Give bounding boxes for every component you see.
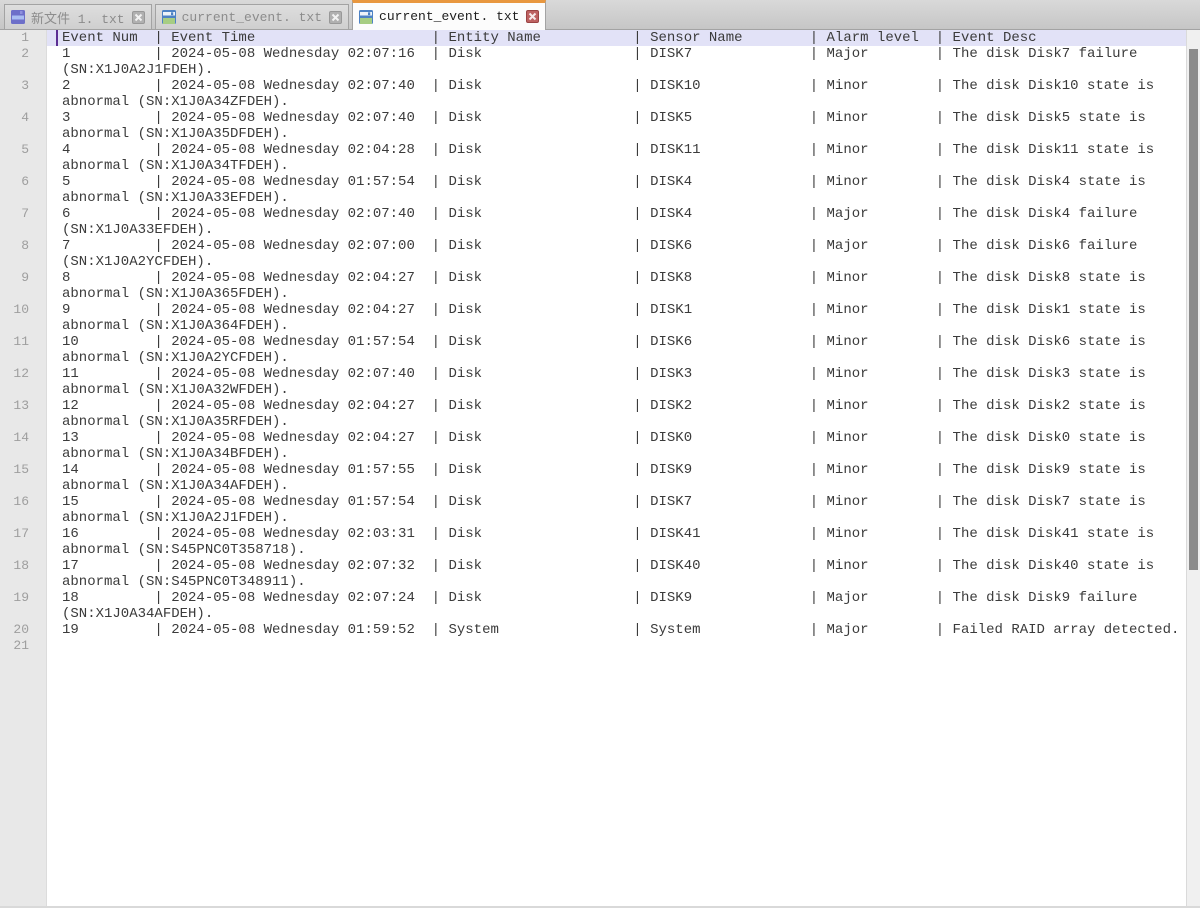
line-text[interactable]: 18 | 2024-05-08 Wednesday 02:07:24 | Dis… xyxy=(47,590,1186,622)
line-number: 12 xyxy=(0,366,47,398)
editor-line: 1211 | 2024-05-08 Wednesday 02:07:40 | D… xyxy=(0,366,1186,398)
editor-line: 32 | 2024-05-08 Wednesday 02:07:40 | Dis… xyxy=(0,78,1186,110)
tab-new-file-1[interactable]: 新文件 1. txt xyxy=(4,4,152,29)
close-icon[interactable] xyxy=(132,11,145,24)
editor-line: 87 | 2024-05-08 Wednesday 02:07:00 | Dis… xyxy=(0,238,1186,270)
vertical-scrollbar[interactable] xyxy=(1186,30,1200,906)
line-number: 16 xyxy=(0,494,47,526)
line-text[interactable]: 9 | 2024-05-08 Wednesday 02:04:27 | Disk… xyxy=(47,302,1186,334)
editor-line: 21 xyxy=(0,638,1186,654)
line-text[interactable]: 6 | 2024-05-08 Wednesday 02:07:40 | Disk… xyxy=(47,206,1186,238)
line-number: 20 xyxy=(0,622,47,638)
line-number: 10 xyxy=(0,302,47,334)
editor-line: 1312 | 2024-05-08 Wednesday 02:04:27 | D… xyxy=(0,398,1186,430)
editor-line: 2019 | 2024-05-08 Wednesday 01:59:52 | S… xyxy=(0,622,1186,638)
line-number: 5 xyxy=(0,142,47,174)
line-text[interactable]: 10 | 2024-05-08 Wednesday 01:57:54 | Dis… xyxy=(47,334,1186,366)
editor-line: 1413 | 2024-05-08 Wednesday 02:04:27 | D… xyxy=(0,430,1186,462)
line-text[interactable]: 7 | 2024-05-08 Wednesday 02:07:00 | Disk… xyxy=(47,238,1186,270)
editor-line: 43 | 2024-05-08 Wednesday 02:07:40 | Dis… xyxy=(0,110,1186,142)
line-number: 2 xyxy=(0,46,47,78)
text-caret xyxy=(56,30,58,46)
tab-label: current_event. txt xyxy=(182,10,322,25)
line-number: 6 xyxy=(0,174,47,206)
editor-line: 65 | 2024-05-08 Wednesday 01:57:54 | Dis… xyxy=(0,174,1186,206)
tab-label: 新文件 1. txt xyxy=(31,8,125,27)
close-icon[interactable] xyxy=(526,10,539,23)
line-text[interactable]: 17 | 2024-05-08 Wednesday 02:07:32 | Dis… xyxy=(47,558,1186,590)
line-text[interactable]: 8 | 2024-05-08 Wednesday 02:04:27 | Disk… xyxy=(47,270,1186,302)
line-number: 8 xyxy=(0,238,47,270)
editor-line: 109 | 2024-05-08 Wednesday 02:04:27 | Di… xyxy=(0,302,1186,334)
editor-line: 1716 | 2024-05-08 Wednesday 02:03:31 | D… xyxy=(0,526,1186,558)
floppy-disk-icon xyxy=(10,9,26,25)
line-text[interactable]: 19 | 2024-05-08 Wednesday 01:59:52 | Sys… xyxy=(47,622,1186,638)
line-number: 17 xyxy=(0,526,47,558)
editor-line-current: 1Event Num | Event Time | Entity Name | … xyxy=(0,30,1186,46)
tab-label: current_event. txt xyxy=(379,9,519,24)
line-text[interactable]: Event Num | Event Time | Entity Name | S… xyxy=(47,30,1186,46)
line-number: 9 xyxy=(0,270,47,302)
editor-line: 1817 | 2024-05-08 Wednesday 02:07:32 | D… xyxy=(0,558,1186,590)
editor-line: 1615 | 2024-05-08 Wednesday 01:57:54 | D… xyxy=(0,494,1186,526)
line-text[interactable]: 13 | 2024-05-08 Wednesday 02:04:27 | Dis… xyxy=(47,430,1186,462)
line-number: 21 xyxy=(0,638,47,654)
tab-current-event-2-active[interactable]: current_event. txt xyxy=(352,0,546,30)
tab-bar: 新文件 1. txt current_event. txt xyxy=(0,0,1200,30)
line-text[interactable]: 11 | 2024-05-08 Wednesday 02:07:40 | Dis… xyxy=(47,366,1186,398)
line-text[interactable]: 2 | 2024-05-08 Wednesday 02:07:40 | Disk… xyxy=(47,78,1186,110)
editor-line: 98 | 2024-05-08 Wednesday 02:04:27 | Dis… xyxy=(0,270,1186,302)
floppy-disk-icon xyxy=(358,9,374,25)
scrollbar-thumb[interactable] xyxy=(1189,49,1198,570)
line-text[interactable]: 1 | 2024-05-08 Wednesday 02:07:16 | Disk… xyxy=(47,46,1186,78)
floppy-disk-icon xyxy=(161,9,177,25)
line-number: 3 xyxy=(0,78,47,110)
line-text[interactable] xyxy=(47,638,1186,654)
line-number: 15 xyxy=(0,462,47,494)
line-number: 1 xyxy=(0,30,47,46)
line-number: 4 xyxy=(0,110,47,142)
line-text[interactable]: 12 | 2024-05-08 Wednesday 02:04:27 | Dis… xyxy=(47,398,1186,430)
line-number: 13 xyxy=(0,398,47,430)
line-number: 7 xyxy=(0,206,47,238)
line-text[interactable]: 5 | 2024-05-08 Wednesday 01:57:54 | Disk… xyxy=(47,174,1186,206)
line-number: 18 xyxy=(0,558,47,590)
editor-area[interactable]: 1Event Num | Event Time | Entity Name | … xyxy=(0,30,1200,908)
tab-current-event-1[interactable]: current_event. txt xyxy=(155,4,349,29)
line-number: 11 xyxy=(0,334,47,366)
line-number: 14 xyxy=(0,430,47,462)
text-editor-window: 新文件 1. txt current_event. txt xyxy=(0,0,1200,908)
editor-line: 1110 | 2024-05-08 Wednesday 01:57:54 | D… xyxy=(0,334,1186,366)
editor-line: 1514 | 2024-05-08 Wednesday 01:57:55 | D… xyxy=(0,462,1186,494)
editor-line: 76 | 2024-05-08 Wednesday 02:07:40 | Dis… xyxy=(0,206,1186,238)
close-icon[interactable] xyxy=(329,11,342,24)
editor-line: 21 | 2024-05-08 Wednesday 02:07:16 | Dis… xyxy=(0,46,1186,78)
line-text[interactable]: 4 | 2024-05-08 Wednesday 02:04:28 | Disk… xyxy=(47,142,1186,174)
editor-lines: 1Event Num | Event Time | Entity Name | … xyxy=(0,30,1186,654)
editor-line: 54 | 2024-05-08 Wednesday 02:04:28 | Dis… xyxy=(0,142,1186,174)
line-number: 19 xyxy=(0,590,47,622)
line-text[interactable]: 15 | 2024-05-08 Wednesday 01:57:54 | Dis… xyxy=(47,494,1186,526)
editor-line: 1918 | 2024-05-08 Wednesday 02:07:24 | D… xyxy=(0,590,1186,622)
line-text[interactable]: 16 | 2024-05-08 Wednesday 02:03:31 | Dis… xyxy=(47,526,1186,558)
line-text[interactable]: 14 | 2024-05-08 Wednesday 01:57:55 | Dis… xyxy=(47,462,1186,494)
line-text[interactable]: 3 | 2024-05-08 Wednesday 02:07:40 | Disk… xyxy=(47,110,1186,142)
